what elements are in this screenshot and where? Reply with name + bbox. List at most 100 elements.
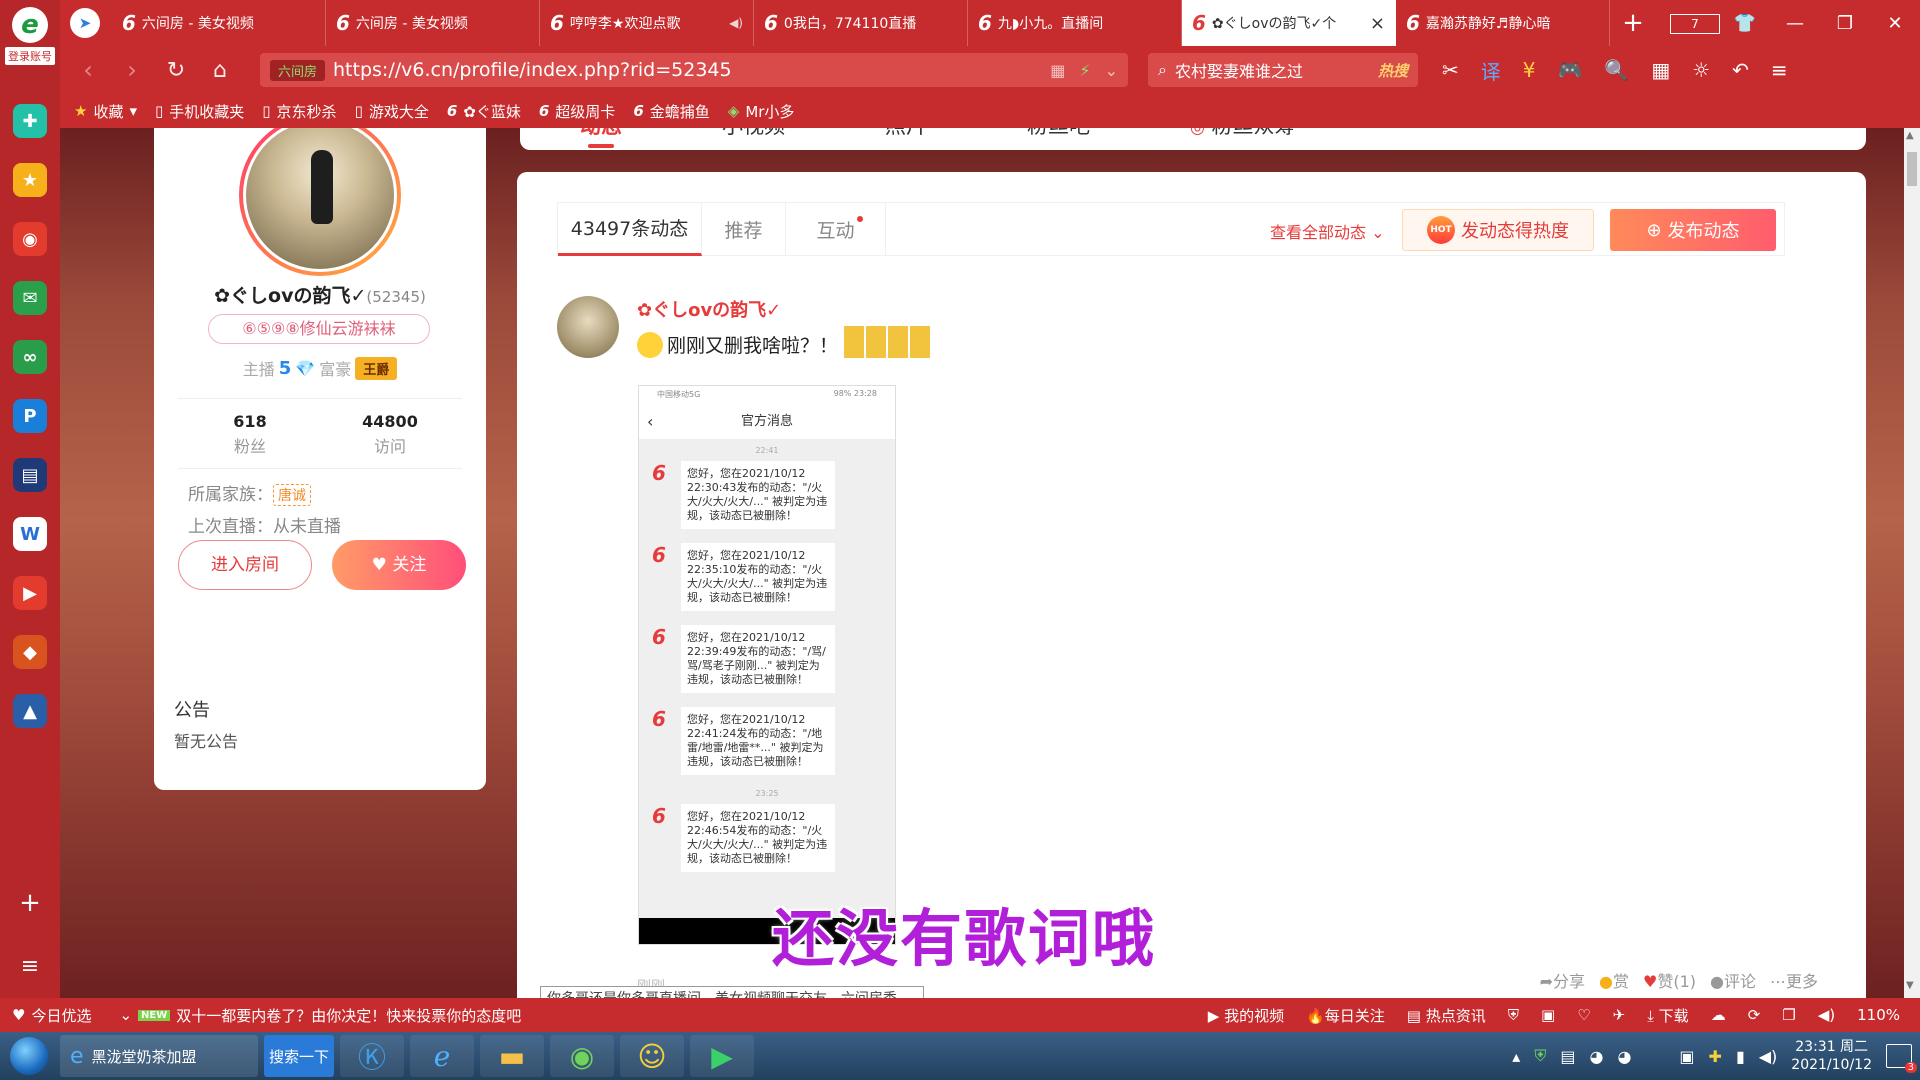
yuan-icon[interactable]: ¥: [1523, 58, 1536, 82]
publish-post-button[interactable]: ⊕ 发布动态: [1610, 209, 1776, 251]
browser-logo-icon[interactable]: e: [12, 7, 48, 43]
volume-icon[interactable]: ◀): [1818, 1006, 1835, 1024]
sync-icon[interactable]: ⟳: [1748, 1006, 1761, 1024]
follow-button[interactable]: ♥ 关注: [332, 540, 466, 590]
gamepad-icon[interactable]: 🎮: [1558, 58, 1583, 82]
bookmark-lanmei[interactable]: 6 ✿ぐ蓝妹: [447, 101, 521, 122]
undo-icon[interactable]: ↶: [1732, 58, 1749, 82]
daily-follow-link[interactable]: 🔥每日关注: [1306, 1005, 1385, 1026]
internet-explorer-icon[interactable]: ℯ: [410, 1035, 474, 1077]
tab-7[interactable]: 6 嘉瀚苏静好♬静心暗: [1396, 0, 1610, 46]
speed-icon[interactable]: ✈: [1613, 1006, 1626, 1024]
tab-all-posts[interactable]: 43497条动态: [558, 202, 702, 256]
clock[interactable]: 23:31 周二 2021/10/12: [1791, 1038, 1872, 1074]
shield-icon[interactable]: ⛨: [1508, 1006, 1519, 1024]
reward-button[interactable]: ●赏: [1599, 968, 1629, 992]
like-button[interactable]: ♥赞(1): [1643, 968, 1696, 992]
profile-badge[interactable]: ⑥⑤⑨⑧修仙云游袜袜: [208, 314, 430, 344]
ie-taskbar-item[interactable]: e 黑泷堂奶茶加盟: [60, 1035, 258, 1077]
translate-icon[interactable]: 译: [1481, 56, 1501, 85]
network-icon[interactable]: ▣: [1679, 1047, 1694, 1066]
tab-interact[interactable]: 互动: [786, 202, 886, 256]
subnav-crowdfund[interactable]: ◎ 粉丝众筹: [1190, 128, 1296, 150]
more-button[interactable]: ⋯更多: [1770, 968, 1818, 992]
tab-2[interactable]: 6 六间房 - 美女视频: [326, 0, 540, 46]
close-window-icon[interactable]: ✕: [1870, 13, 1920, 34]
tab-recommend[interactable]: 推荐: [702, 202, 786, 256]
tab-1[interactable]: 6 六间房 - 美女视频: [112, 0, 326, 46]
refresh-icon[interactable]: ↻: [154, 58, 198, 83]
hot-news-link[interactable]: ▤ 热点资讯: [1407, 1005, 1486, 1026]
app-5-icon[interactable]: ∞: [13, 340, 47, 374]
back-icon[interactable]: ‹: [66, 56, 110, 84]
app-9-icon[interactable]: ▶: [13, 576, 47, 610]
qr-icon[interactable]: ▦: [1050, 61, 1065, 80]
enter-room-button[interactable]: 进入房间: [178, 540, 312, 590]
share-button[interactable]: ➦分享: [1540, 968, 1585, 992]
menu-icon[interactable]: ≡: [1771, 58, 1788, 82]
zoom-level[interactable]: 110%: [1857, 1006, 1900, 1024]
bookmark-jd[interactable]: ▯ 京东秒杀: [262, 101, 336, 122]
news-ticker[interactable]: 双十一都要内卷了？由你决定！快来投票你的态度吧: [176, 1005, 521, 1026]
weibo-icon[interactable]: ◉: [13, 222, 47, 256]
magnifier-icon[interactable]: 🔍: [1604, 58, 1629, 82]
health-icon[interactable]: ♡: [1577, 1006, 1590, 1024]
scroll-up-icon[interactable]: ▲: [1906, 130, 1914, 141]
brightness-icon[interactable]: ☼: [1692, 58, 1710, 82]
tab-5[interactable]: 6 九◗小九。直播间: [968, 0, 1182, 46]
add-app-icon[interactable]: +: [0, 888, 60, 918]
scroll-thumb[interactable]: [1907, 152, 1917, 186]
bookmark-mobile[interactable]: ▯ 手机收藏夹: [155, 101, 244, 122]
app-1-icon[interactable]: ✚: [13, 104, 47, 138]
tab-4[interactable]: 6 0我白，774110直播: [754, 0, 968, 46]
post-avatar[interactable]: [557, 296, 619, 358]
app-7-icon[interactable]: ▤: [13, 458, 47, 492]
folder-icon[interactable]: ▬: [480, 1035, 544, 1077]
security-icon[interactable]: ⛨: [1534, 1046, 1546, 1066]
forward-icon[interactable]: ›: [110, 56, 154, 84]
kugou-icon[interactable]: Ⓚ: [340, 1035, 404, 1077]
favorites-icon[interactable]: ★: [13, 163, 47, 197]
bookmark-weekcard[interactable]: 6 超级周卡: [539, 101, 615, 122]
tab-3[interactable]: 6 哼哼李★欢迎点歌 ◀): [540, 0, 754, 46]
speaker-icon[interactable]: ◀): [1759, 1047, 1778, 1066]
login-button[interactable]: 登录账号: [5, 47, 55, 65]
notification-icon[interactable]: 3: [1886, 1044, 1917, 1073]
post-screenshot[interactable]: 中国移动5G 98% 23:28 ‹ 官方消息 22:41 6 您好，您在2021/1…: [638, 385, 896, 945]
bookmark-games[interactable]: ▯ 游戏大全: [355, 101, 429, 122]
game-2-icon[interactable]: ▲: [13, 694, 47, 728]
post-author[interactable]: ✿ぐしovの韵飞✓: [637, 296, 781, 322]
fans-stat[interactable]: 618 粉丝: [190, 412, 310, 457]
video-player-icon[interactable]: ▶: [690, 1035, 754, 1077]
browser-2345-icon[interactable]: ◉: [550, 1035, 614, 1077]
doc-icon[interactable]: W: [13, 517, 47, 551]
home-icon[interactable]: ⌂: [198, 58, 242, 83]
url-field[interactable]: 六间房 https://v6.cn/profile/index.php?rid=…: [260, 53, 1128, 87]
tab-6-active[interactable]: 6 ✿ぐしovの韵飞✓个 ×: [1182, 0, 1396, 46]
subnav-fan-bar[interactable]: 粉丝吧: [1027, 128, 1090, 150]
start-button[interactable]: [4, 1033, 54, 1079]
subnav-photos[interactable]: 照片: [885, 128, 927, 150]
menu-list-icon[interactable]: ≡: [0, 954, 60, 979]
cloud-icon[interactable]: ☁: [1711, 1006, 1726, 1024]
game-1-icon[interactable]: ◆: [13, 635, 47, 669]
view-all-dropdown[interactable]: 查看全部动态 ⌄: [1270, 219, 1385, 243]
restore-icon[interactable]: ❐: [1820, 13, 1870, 34]
document-icon[interactable]: ▤: [1560, 1047, 1575, 1066]
tray-expand-icon[interactable]: ▴: [1512, 1047, 1520, 1066]
tab-count-icon[interactable]: 7: [1670, 12, 1720, 34]
new-tab-icon[interactable]: +: [1610, 8, 1656, 38]
character-app-icon[interactable]: ☺: [620, 1035, 684, 1077]
mail-icon[interactable]: ✉: [13, 281, 47, 315]
download-link[interactable]: ⤓ 下载: [1647, 1005, 1688, 1026]
search-button[interactable]: 搜索一下: [264, 1035, 334, 1077]
page-scrollbar[interactable]: ▲ ▼: [1904, 128, 1920, 998]
comment-button[interactable]: ●评论: [1710, 968, 1756, 992]
bookmark-mrxiaoduo[interactable]: ◈ Mr小多: [728, 101, 795, 122]
chevron-down-icon[interactable]: ⌄: [119, 1006, 132, 1024]
sound-icon[interactable]: ◀): [729, 16, 743, 30]
update-icon[interactable]: ✚: [1709, 1047, 1722, 1066]
search-input[interactable]: ⌕ 农村娶妻难谁之过 热搜: [1148, 53, 1418, 87]
subnav-short-video[interactable]: 小视频: [722, 128, 785, 150]
bookmark-fishing[interactable]: 6 金蟾捕鱼: [633, 101, 709, 122]
